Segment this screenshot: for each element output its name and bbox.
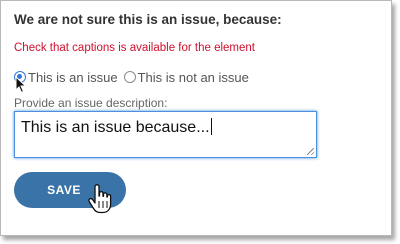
text-caret	[210, 118, 212, 135]
description-label: Provide an issue description:	[14, 96, 168, 110]
hand-cursor-icon	[88, 184, 112, 214]
radio-not-issue[interactable]	[123, 71, 136, 83]
dialog-heading: We are not sure this is an issue, becaus…	[14, 12, 282, 27]
radio-not-issue-label[interactable]: This is not an issue	[138, 70, 249, 85]
save-button-label: SAVE	[47, 183, 81, 197]
arrow-cursor-icon	[15, 76, 27, 94]
issue-radio-group: This is an issue This is not an issue	[14, 68, 255, 86]
issue-dialog: We are not sure this is an issue, becaus…	[0, 0, 392, 236]
resize-grip-icon[interactable]	[307, 148, 314, 155]
error-message: Check that captions is available for the…	[14, 42, 255, 54]
description-text: This is an issue because...	[21, 119, 210, 136]
description-textarea[interactable]: This is an issue because...	[14, 111, 317, 158]
radio-is-issue-label[interactable]: This is an issue	[28, 70, 118, 85]
